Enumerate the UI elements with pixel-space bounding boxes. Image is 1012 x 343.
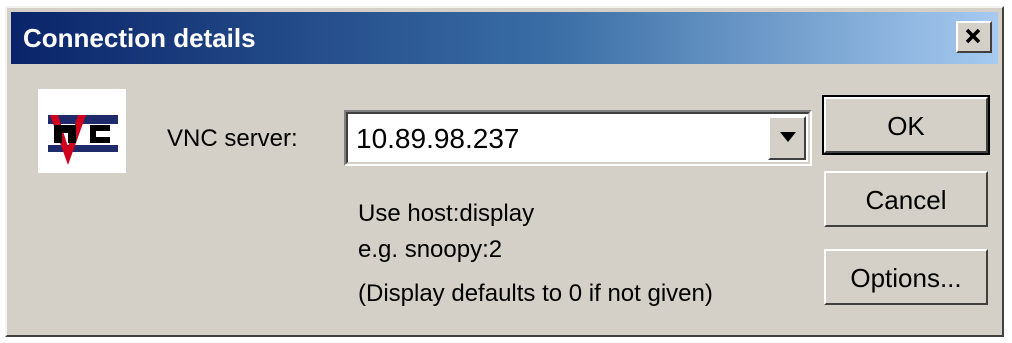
hint-line-host-display: Use host:display (358, 200, 535, 227)
close-icon (965, 28, 981, 44)
options-button[interactable]: Options... (824, 249, 988, 305)
window-title: Connection details (23, 23, 256, 53)
chevron-down-icon (780, 132, 796, 142)
hint-line-example: e.g. snoopy:2 (358, 236, 503, 263)
cancel-button[interactable]: Cancel (824, 171, 988, 227)
vnc-logo-icon (38, 89, 126, 173)
hint-line-default: (Display defaults to 0 if not given) (358, 280, 713, 307)
ok-button[interactable]: OK (822, 95, 990, 155)
vnc-server-combobox[interactable]: 10.89.98.237 (344, 110, 812, 166)
close-button[interactable] (956, 21, 992, 53)
vnc-server-input[interactable]: 10.89.98.237 (356, 123, 520, 155)
dropdown-button[interactable] (768, 116, 806, 160)
vnc-server-label: VNC server: (167, 125, 298, 152)
title-bar: Connection details (11, 12, 998, 64)
